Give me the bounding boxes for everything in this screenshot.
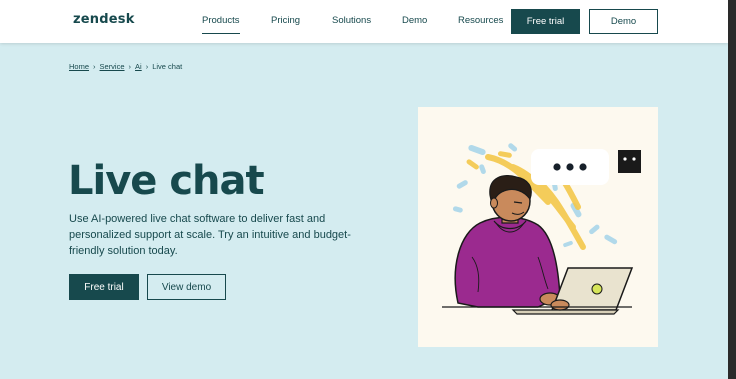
- hero-free-trial-button[interactable]: Free trial: [69, 274, 139, 300]
- page-scrollbar[interactable]: [728, 0, 736, 379]
- nav-products[interactable]: Products: [202, 15, 240, 34]
- header-free-trial-button[interactable]: Free trial: [511, 9, 580, 34]
- hero-illustration: [418, 107, 658, 347]
- hero-view-demo-button[interactable]: View demo: [147, 274, 226, 300]
- breadcrumb-separator-icon: ›: [128, 62, 132, 71]
- chat-dots-icon: [618, 150, 641, 173]
- nav-demo[interactable]: Demo: [402, 15, 427, 26]
- page-title: Live chat: [68, 158, 265, 204]
- header-demo-button[interactable]: Demo: [589, 9, 658, 34]
- hero-description: Use AI-powered live chat software to del…: [69, 213, 351, 257]
- breadcrumb-home[interactable]: Home: [69, 62, 89, 71]
- breadcrumb-current: Live chat: [152, 62, 183, 71]
- nav-pricing[interactable]: Pricing: [271, 15, 300, 26]
- breadcrumb-separator-icon: ›: [145, 62, 149, 71]
- breadcrumb-ai[interactable]: Ai: [135, 62, 142, 71]
- site-header: zendesk Products Pricing Solutions Demo …: [0, 0, 728, 43]
- zendesk-logo[interactable]: zendesk: [73, 12, 135, 27]
- breadcrumb-separator-icon: ›: [93, 62, 96, 71]
- chat-typing-icon: [531, 149, 609, 185]
- breadcrumb: Home › Service › Ai › Live chat: [69, 62, 182, 71]
- breadcrumb-service[interactable]: Service: [100, 62, 125, 71]
- nav-resources[interactable]: Resources: [458, 15, 503, 26]
- person-laptop-illustration: [442, 143, 641, 315]
- nav-solutions[interactable]: Solutions: [332, 15, 371, 26]
